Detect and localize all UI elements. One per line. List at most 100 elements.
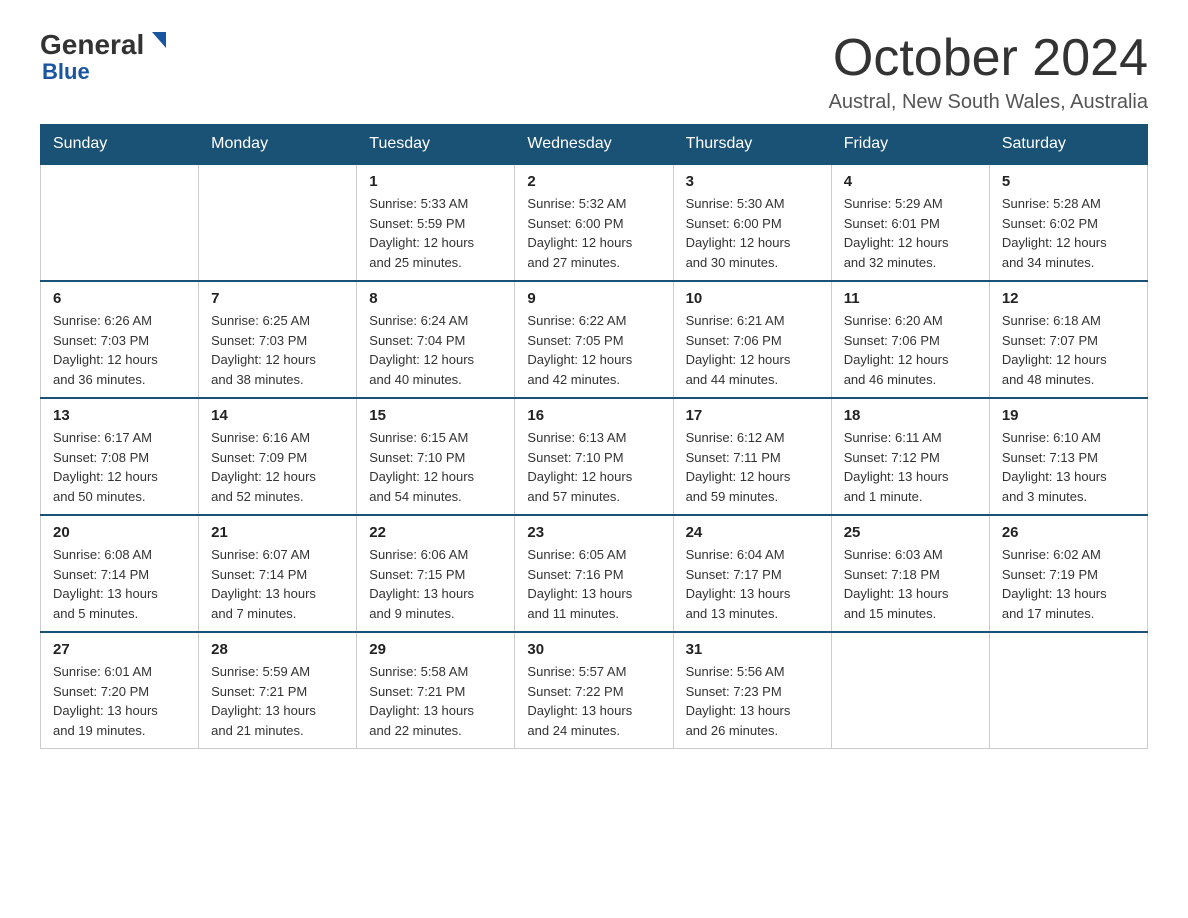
calendar-cell: 21 Sunrise: 6:07 AM Sunset: 7:14 PM Dayli… — [199, 515, 357, 632]
logo-blue-text: Blue — [42, 59, 90, 84]
day-info: Sunrise: 6:10 AM Sunset: 7:13 PM Dayligh… — [1002, 428, 1135, 506]
day-number: 31 — [686, 641, 819, 658]
day-info: Sunrise: 6:02 AM Sunset: 7:19 PM Dayligh… — [1002, 545, 1135, 623]
calendar-cell: 20Sunrise: 6:08 AM Sunset: 7:14 PM Dayli… — [41, 515, 199, 632]
calendar-cell: 12 Sunrise: 6:18 AM Sunset: 7:07 PM Dayli… — [989, 281, 1147, 398]
calendar-cell: 25Sunrise: 6:03 AM Sunset: 7:18 PM Dayli… — [831, 515, 989, 632]
day-number: 2 — [527, 173, 660, 190]
calendar-cell: 5Sunrise: 5:28 AM Sunset: 6:02 PM Daylig… — [989, 164, 1147, 281]
day-number: 25 — [844, 524, 977, 541]
day-info: Sunrise: 6:05 AM Sunset: 7:16 PM Dayligh… — [527, 545, 660, 623]
day-header-wednesday: Wednesday — [515, 125, 673, 165]
day-header-saturday: Saturday — [989, 125, 1147, 165]
day-number: 13 — [53, 407, 186, 424]
day-info: Sunrise: 6:06 AM Sunset: 7:15 PM Dayligh… — [369, 545, 502, 623]
calendar-cell: 27 Sunrise: 6:01 AM Sunset: 7:20 PM Dayli… — [41, 632, 199, 749]
day-number: 28 — [211, 641, 344, 658]
day-number: 27 — [53, 641, 186, 658]
day-info: Sunrise: 5:58 AM Sunset: 7:21 PM Dayligh… — [369, 662, 502, 740]
day-info: Sunrise: 6:26 AM Sunset: 7:03 PM Dayligh… — [53, 311, 186, 389]
day-number: 15 — [369, 407, 502, 424]
page-header: General Blue October 2024 Austral, New S… — [40, 30, 1148, 114]
day-header-monday: Monday — [199, 125, 357, 165]
calendar-cell: 6 Sunrise: 6:26 AM Sunset: 7:03 PM Daylig… — [41, 281, 199, 398]
day-number: 17 — [686, 407, 819, 424]
calendar-cell: 17Sunrise: 6:12 AM Sunset: 7:11 PM Dayli… — [673, 398, 831, 515]
day-number: 20 — [53, 524, 186, 541]
day-number: 3 — [686, 173, 819, 190]
day-number: 30 — [527, 641, 660, 658]
calendar-cell: 28 Sunrise: 5:59 AM Sunset: 7:21 PM Dayli… — [199, 632, 357, 749]
day-number: 10 — [686, 290, 819, 307]
day-number: 8 — [369, 290, 502, 307]
calendar-cell: 4 Sunrise: 5:29 AM Sunset: 6:01 PM Daylig… — [831, 164, 989, 281]
day-info: Sunrise: 5:59 AM Sunset: 7:21 PM Dayligh… — [211, 662, 344, 740]
calendar-cell: 31 Sunrise: 5:56 AM Sunset: 7:23 PM Dayli… — [673, 632, 831, 749]
month-title: October 2024 — [829, 30, 1148, 87]
calendar-cell: 23Sunrise: 6:05 AM Sunset: 7:16 PM Dayli… — [515, 515, 673, 632]
calendar-cell: 2Sunrise: 5:32 AM Sunset: 6:00 PM Daylig… — [515, 164, 673, 281]
title-area: October 2024 Austral, New South Wales, A… — [829, 30, 1148, 114]
day-info: Sunrise: 6:16 AM Sunset: 7:09 PM Dayligh… — [211, 428, 344, 506]
day-info: Sunrise: 6:18 AM Sunset: 7:07 PM Dayligh… — [1002, 311, 1135, 389]
calendar-cell: 14 Sunrise: 6:16 AM Sunset: 7:09 PM Dayli… — [199, 398, 357, 515]
day-header-tuesday: Tuesday — [357, 125, 515, 165]
logo: General Blue — [40, 30, 170, 85]
calendar-cell — [989, 632, 1147, 749]
calendar-cell: 9 Sunrise: 6:22 AM Sunset: 7:05 PM Daylig… — [515, 281, 673, 398]
calendar-cell: 3 Sunrise: 5:30 AM Sunset: 6:00 PM Daylig… — [673, 164, 831, 281]
day-info: Sunrise: 5:56 AM Sunset: 7:23 PM Dayligh… — [686, 662, 819, 740]
day-info: Sunrise: 6:17 AM Sunset: 7:08 PM Dayligh… — [53, 428, 186, 506]
day-header-sunday: Sunday — [41, 125, 199, 165]
day-number: 5 — [1002, 173, 1135, 190]
day-number: 21 — [211, 524, 344, 541]
week-row-5: 27 Sunrise: 6:01 AM Sunset: 7:20 PM Dayli… — [41, 632, 1148, 749]
calendar-cell: 18Sunrise: 6:11 AM Sunset: 7:12 PM Dayli… — [831, 398, 989, 515]
day-info: Sunrise: 6:24 AM Sunset: 7:04 PM Dayligh… — [369, 311, 502, 389]
day-info: Sunrise: 6:22 AM Sunset: 7:05 PM Dayligh… — [527, 311, 660, 389]
day-info: Sunrise: 6:15 AM Sunset: 7:10 PM Dayligh… — [369, 428, 502, 506]
day-info: Sunrise: 6:21 AM Sunset: 7:06 PM Dayligh… — [686, 311, 819, 389]
day-info: Sunrise: 6:04 AM Sunset: 7:17 PM Dayligh… — [686, 545, 819, 623]
calendar-cell: 10 Sunrise: 6:21 AM Sunset: 7:06 PM Dayli… — [673, 281, 831, 398]
day-number: 6 — [53, 290, 186, 307]
day-header-thursday: Thursday — [673, 125, 831, 165]
day-number: 29 — [369, 641, 502, 658]
calendar-cell — [199, 164, 357, 281]
calendar-cell: 22 Sunrise: 6:06 AM Sunset: 7:15 PM Dayli… — [357, 515, 515, 632]
day-number: 11 — [844, 290, 977, 307]
day-number: 4 — [844, 173, 977, 190]
week-row-1: 1Sunrise: 5:33 AM Sunset: 5:59 PM Daylig… — [41, 164, 1148, 281]
calendar-cell: 16 Sunrise: 6:13 AM Sunset: 7:10 PM Dayli… — [515, 398, 673, 515]
day-number: 7 — [211, 290, 344, 307]
calendar-cell: 8 Sunrise: 6:24 AM Sunset: 7:04 PM Daylig… — [357, 281, 515, 398]
logo-general-text: General — [40, 31, 144, 59]
day-info: Sunrise: 5:33 AM Sunset: 5:59 PM Dayligh… — [369, 194, 502, 272]
calendar-cell: 7Sunrise: 6:25 AM Sunset: 7:03 PM Daylig… — [199, 281, 357, 398]
calendar-cell: 1Sunrise: 5:33 AM Sunset: 5:59 PM Daylig… — [357, 164, 515, 281]
day-info: Sunrise: 6:20 AM Sunset: 7:06 PM Dayligh… — [844, 311, 977, 389]
calendar-cell: 30 Sunrise: 5:57 AM Sunset: 7:22 PM Dayli… — [515, 632, 673, 749]
calendar-cell: 13 Sunrise: 6:17 AM Sunset: 7:08 PM Dayli… — [41, 398, 199, 515]
day-info: Sunrise: 5:57 AM Sunset: 7:22 PM Dayligh… — [527, 662, 660, 740]
day-number: 9 — [527, 290, 660, 307]
calendar-cell: 11 Sunrise: 6:20 AM Sunset: 7:06 PM Dayli… — [831, 281, 989, 398]
day-info: Sunrise: 6:13 AM Sunset: 7:10 PM Dayligh… — [527, 428, 660, 506]
calendar-table: SundayMondayTuesdayWednesdayThursdayFrid… — [40, 124, 1148, 749]
day-info: Sunrise: 5:29 AM Sunset: 6:01 PM Dayligh… — [844, 194, 977, 272]
day-number: 24 — [686, 524, 819, 541]
calendar-cell: 26Sunrise: 6:02 AM Sunset: 7:19 PM Dayli… — [989, 515, 1147, 632]
day-info: Sunrise: 6:01 AM Sunset: 7:20 PM Dayligh… — [53, 662, 186, 740]
day-number: 16 — [527, 407, 660, 424]
calendar-cell — [831, 632, 989, 749]
logo-arrow-icon — [148, 32, 170, 54]
location-subtitle: Austral, New South Wales, Australia — [829, 91, 1148, 114]
day-number: 14 — [211, 407, 344, 424]
day-number: 19 — [1002, 407, 1135, 424]
day-number: 12 — [1002, 290, 1135, 307]
week-row-2: 6 Sunrise: 6:26 AM Sunset: 7:03 PM Daylig… — [41, 281, 1148, 398]
day-number: 22 — [369, 524, 502, 541]
week-row-4: 20Sunrise: 6:08 AM Sunset: 7:14 PM Dayli… — [41, 515, 1148, 632]
day-info: Sunrise: 5:30 AM Sunset: 6:00 PM Dayligh… — [686, 194, 819, 272]
day-info: Sunrise: 6:07 AM Sunset: 7:14 PM Dayligh… — [211, 545, 344, 623]
